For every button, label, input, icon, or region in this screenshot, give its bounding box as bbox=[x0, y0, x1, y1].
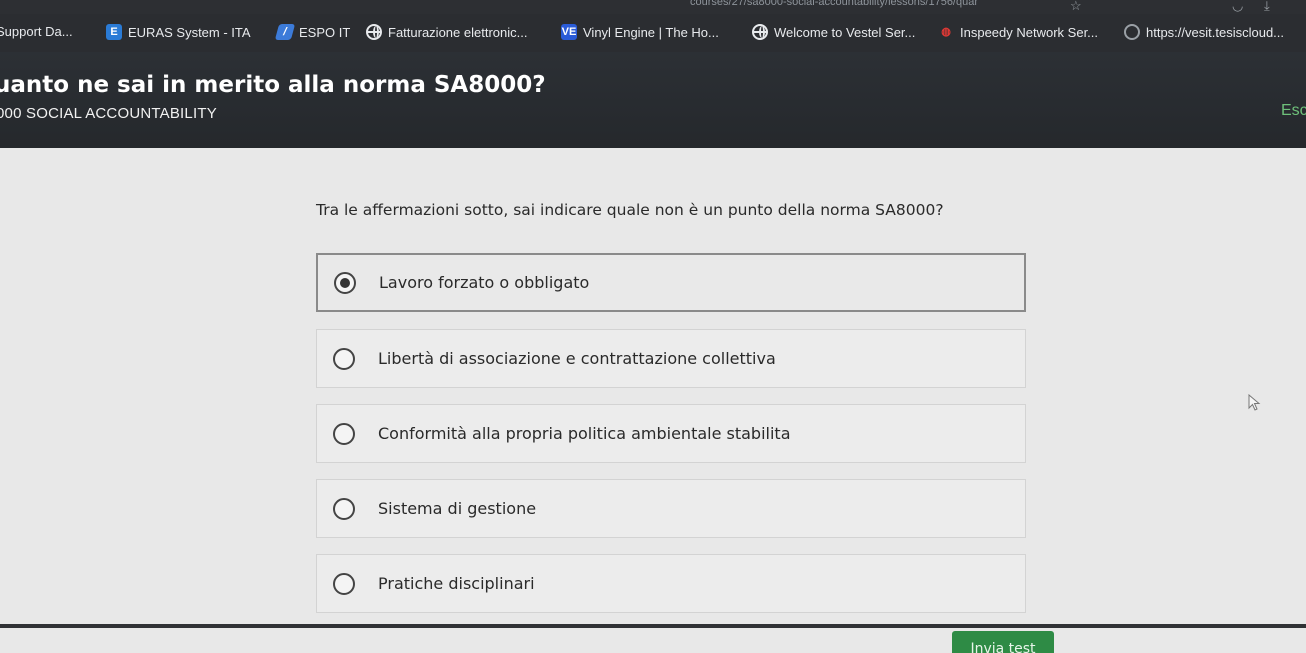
option-label: Lavoro forzato o obbligato bbox=[379, 273, 590, 292]
inspeedy-icon: ◍ bbox=[941, 26, 951, 38]
quiz-option[interactable]: Lavoro forzato o obbligato bbox=[316, 253, 1026, 312]
lesson-header: uanto ne sai in merito alla norma SA8000… bbox=[0, 52, 1306, 148]
mouse-cursor-icon bbox=[1248, 394, 1261, 411]
quiz-content: Tra le affermazioni sotto, sai indicare … bbox=[0, 148, 1306, 653]
option-label: Conformità alla propria politica ambient… bbox=[378, 424, 791, 443]
bookmark-inspeedy[interactable]: ◍ Inspeedy Network Ser... bbox=[938, 24, 1098, 40]
vinyl-icon: VE bbox=[561, 24, 577, 40]
bookmark-label: https://vesit.tesiscloud... bbox=[1146, 24, 1285, 40]
radio-button[interactable] bbox=[333, 572, 355, 595]
bookmark-label: EURAS System - ITA bbox=[128, 24, 251, 40]
radio-button[interactable] bbox=[333, 422, 355, 445]
radio-button-selected[interactable] bbox=[334, 271, 356, 294]
quiz-question: Tra le affermazioni sotto, sai indicare … bbox=[316, 201, 944, 219]
bookmark-label: Fatturazione elettronic... bbox=[388, 24, 528, 40]
option-label: Libertà di associazione e contrattazione… bbox=[378, 349, 776, 368]
bookmark-tesiscloud[interactable]: https://vesit.tesiscloud... bbox=[1124, 24, 1284, 40]
download-icon[interactable]: ⤓ bbox=[1264, 0, 1270, 14]
submit-test-button[interactable]: Invia test bbox=[952, 631, 1054, 653]
bookmark-label: ESPO IT bbox=[299, 24, 351, 40]
quiz-option[interactable]: Libertà di associazione e contrattazione… bbox=[316, 329, 1026, 388]
quiz-option[interactable]: Conformità alla propria politica ambient… bbox=[316, 404, 1026, 463]
radio-button[interactable] bbox=[333, 347, 355, 370]
course-name: 000 SOCIAL ACCOUNTABILITY bbox=[0, 105, 217, 122]
bookmark-espo[interactable]: / ESPO IT bbox=[274, 24, 351, 40]
url-text[interactable]: courses/27/sa8000-social-accountability/… bbox=[690, 0, 978, 8]
page-title: uanto ne sai in merito alla norma SA8000… bbox=[0, 72, 546, 98]
address-bar[interactable]: courses/27/sa8000-social-accountability/… bbox=[0, 0, 1306, 14]
bookmark-label: Inspeedy Network Ser... bbox=[960, 24, 1099, 40]
bookmark-label: Vinyl Engine | The Ho... bbox=[583, 24, 719, 40]
globe-icon bbox=[366, 24, 382, 40]
bookmark-vestel[interactable]: Welcome to Vestel Ser... bbox=[752, 24, 915, 40]
bookmark-label: Welcome to Vestel Ser... bbox=[774, 24, 916, 40]
espo-icon: / bbox=[274, 24, 296, 40]
bookmark-fatturazione[interactable]: Fatturazione elettronic... bbox=[366, 24, 527, 40]
bookmark-vinyl-engine[interactable]: VE Vinyl Engine | The Ho... bbox=[561, 24, 719, 40]
euras-icon: E bbox=[106, 24, 122, 40]
circle-icon bbox=[1124, 24, 1140, 40]
radio-dot bbox=[340, 277, 350, 288]
bookmark-label: Support Da... bbox=[0, 24, 73, 39]
footer-divider bbox=[0, 624, 1306, 628]
star-icon[interactable]: ☆ bbox=[1070, 0, 1082, 14]
bookmark-support[interactable]: Support Da... bbox=[0, 24, 73, 39]
quiz-option[interactable]: Sistema di gestione bbox=[316, 479, 1026, 538]
pocket-icon[interactable]: ◡ bbox=[1232, 0, 1243, 14]
option-label: Sistema di gestione bbox=[378, 499, 537, 518]
radio-button[interactable] bbox=[333, 497, 355, 520]
bookmark-euras[interactable]: E EURAS System - ITA bbox=[106, 24, 251, 40]
option-label: Pratiche disciplinari bbox=[378, 574, 535, 593]
bookmarks-bar: Support Da... E EURAS System - ITA / ESP… bbox=[0, 14, 1306, 52]
esc-link[interactable]: Esc bbox=[1281, 102, 1306, 120]
globe-icon bbox=[752, 24, 768, 40]
quiz-option[interactable]: Pratiche disciplinari bbox=[316, 554, 1026, 613]
